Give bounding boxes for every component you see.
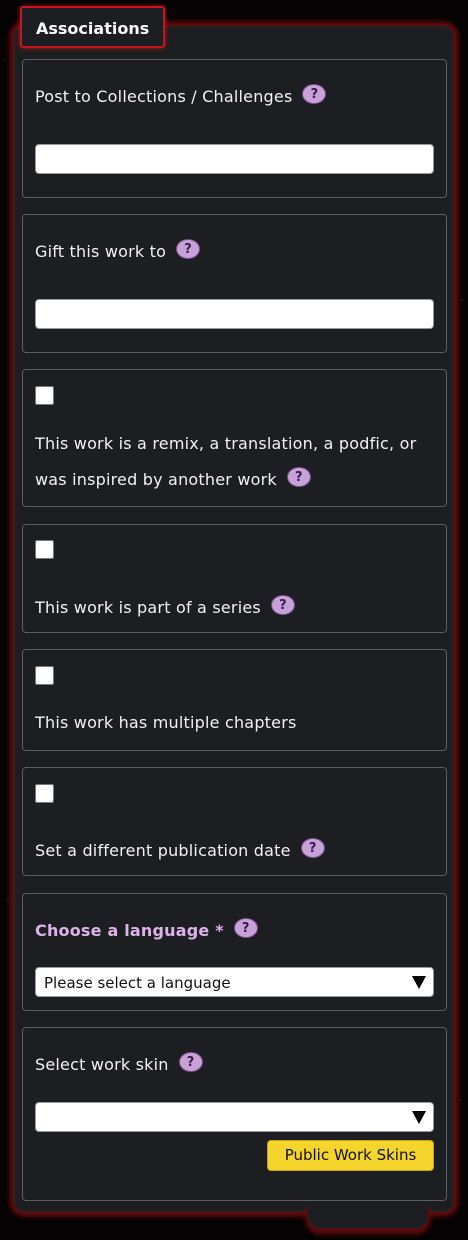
skin-help-icon[interactable]: ?: [178, 1052, 203, 1072]
skin-select[interactable]: [35, 1102, 434, 1132]
pubdate-box: Set a different publication date?: [22, 767, 447, 876]
language-select[interactable]: Please select a language: [35, 967, 434, 997]
language-selected-value: Please select a language: [44, 974, 231, 992]
pubdate-row: Set a different publication date?: [35, 838, 325, 860]
skin-box: Select work skin? Public Work Skins: [22, 1027, 447, 1201]
public-work-skins-button[interactable]: Public Work Skins: [267, 1140, 434, 1171]
dropdown-arrow-icon: [412, 976, 426, 989]
language-label: Choose a language *: [35, 921, 224, 940]
chapters-box: This work has multiple chapters: [22, 649, 447, 751]
remix-box: This work is a remix, a translation, a p…: [22, 369, 447, 507]
series-checkbox[interactable]: [35, 540, 54, 559]
series-row: This work is part of a series?: [35, 595, 295, 617]
gift-label: Gift this work to: [35, 242, 167, 261]
remix-checkbox[interactable]: [35, 386, 54, 405]
pubdate-help-icon[interactable]: ?: [300, 838, 325, 858]
associations-legend: Associations: [20, 6, 166, 48]
panel-bottom-tab: [306, 1208, 430, 1230]
collections-label: Post to Collections / Challenges: [35, 87, 293, 106]
remix-row: This work is a remix, a translation, a p…: [35, 426, 435, 498]
collections-help-icon[interactable]: ?: [302, 84, 327, 104]
skin-label: Select work skin: [35, 1055, 169, 1074]
chapters-checkbox[interactable]: [35, 666, 54, 685]
skin-row: Select work skin?: [35, 1052, 203, 1074]
gift-box: Gift this work to?: [22, 214, 447, 353]
gift-input[interactable]: [35, 299, 434, 329]
language-row: Choose a language *?: [35, 918, 258, 940]
series-help-icon[interactable]: ?: [270, 595, 295, 615]
gift-help-icon[interactable]: ?: [176, 239, 201, 259]
remix-label[interactable]: This work is a remix, a translation, a p…: [35, 434, 416, 489]
gift-row: Gift this work to?: [35, 239, 201, 261]
collections-box: Post to Collections / Challenges?: [22, 59, 447, 198]
series-box: This work is part of a series?: [22, 524, 447, 633]
chapters-label[interactable]: This work has multiple chapters: [35, 713, 297, 732]
language-box: Choose a language *? Please select a lan…: [22, 893, 447, 1011]
pubdate-checkbox[interactable]: [35, 784, 54, 803]
collections-row: Post to Collections / Challenges?: [35, 84, 327, 106]
remix-help-icon[interactable]: ?: [286, 467, 311, 487]
language-help-icon[interactable]: ?: [233, 918, 258, 938]
dropdown-arrow-icon: [412, 1111, 426, 1124]
series-label[interactable]: This work is part of a series: [35, 598, 261, 617]
collections-input[interactable]: [35, 144, 434, 174]
pubdate-label[interactable]: Set a different publication date: [35, 841, 291, 860]
